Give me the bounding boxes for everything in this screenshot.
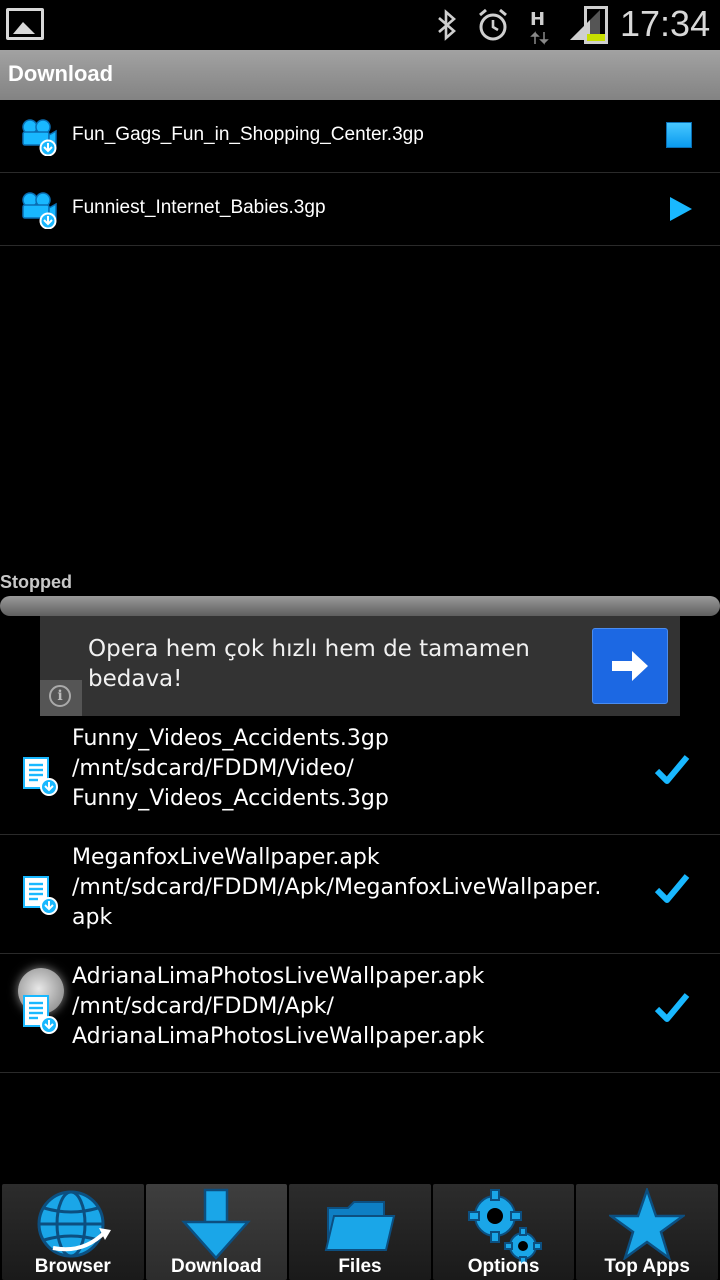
download-filename: Fun_Gags_Fun_in_Shopping_Center.3gp [72,124,424,145]
ad-info-button[interactable]: i [40,680,82,716]
folder-icon [324,1201,396,1251]
document-download-icon [23,995,58,1034]
nav-options[interactable]: Options [432,1184,575,1280]
document-download-icon [23,876,58,915]
download-arrow-icon [181,1188,252,1260]
file-path-cont: AdrianaLimaPhotosLiveWallpaper.apk [72,1024,485,1049]
ad-text: Opera hem çok hızlı hem de tamamen bedav… [88,636,530,692]
network-type-label: H [530,8,546,30]
nav-label: Download [171,1256,262,1277]
ad-arrow-button[interactable] [592,628,668,704]
completed-file-item[interactable]: AdrianaLimaPhotosLiveWallpaper.apk /mnt/… [0,954,720,1073]
alarm-icon [476,8,510,49]
file-name: Funny_Videos_Accidents.3gp [72,726,389,751]
star-icon [609,1188,686,1260]
gallery-notification-icon [6,8,44,40]
completed-file-item[interactable]: MeganfoxLiveWallpaper.apk /mnt/sdcard/FD… [0,835,720,954]
bluetooth-icon [436,9,458,48]
file-path-cont: apk [72,905,113,930]
file-path: /mnt/sdcard/FDDM/Apk/MeganfoxLiveWallpap… [72,875,602,900]
battery-icon [584,6,608,44]
download-item[interactable]: Fun_Gags_Fun_in_Shopping_Center.3gp [0,100,720,173]
nav-label: Top Apps [604,1256,690,1277]
file-path: /mnt/sdcard/FDDM/Apk/ [72,994,334,1019]
nav-label: Options [467,1256,540,1277]
ad-banner[interactable]: Opera hem çok hızlı hem de tamamen bedav… [40,616,680,716]
info-icon: i [49,685,71,707]
video-download-icon [22,119,57,156]
nav-label: Files [338,1256,382,1277]
title-bar: Download [0,50,720,100]
checkmark-icon [654,874,690,903]
clock: 17:34 [620,3,711,44]
status-bar: H 17:34 [0,0,720,50]
checkmark-icon [654,993,690,1022]
file-name: MeganfoxLiveWallpaper.apk [72,845,380,870]
file-path: /mnt/sdcard/FDDM/Video/ [72,756,354,781]
gears-icon [467,1189,542,1264]
document-download-icon [23,757,58,796]
nav-label: Browser [34,1256,111,1277]
globe-icon [37,1190,111,1258]
status-label: Stopped [0,572,72,592]
checkmark-icon [654,755,690,784]
download-filename: Funniest_Internet_Babies.3gp [72,197,326,218]
video-download-icon [22,192,57,229]
stop-button[interactable] [666,122,692,148]
play-button[interactable] [670,197,692,221]
download-item[interactable]: Funniest_Internet_Babies.3gp [0,173,720,246]
nav-files[interactable]: Files [289,1184,431,1280]
page-title: Download [8,61,114,86]
bottom-nav: Browser Download Files Options Top Apps [0,1182,720,1280]
nav-browser[interactable]: Browser [2,1184,144,1280]
nav-download[interactable]: Download [145,1184,288,1280]
completed-file-item[interactable]: Funny_Videos_Accidents.3gp /mnt/sdcard/F… [0,716,720,835]
file-name: AdrianaLimaPhotosLiveWallpaper.apk [72,964,485,989]
arrow-right-icon [612,651,648,681]
file-path-cont: Funny_Videos_Accidents.3gp [72,786,389,811]
h-data-icon: H [528,8,550,46]
progress-bar [0,596,720,616]
nav-top-apps[interactable]: Top Apps [576,1184,718,1280]
